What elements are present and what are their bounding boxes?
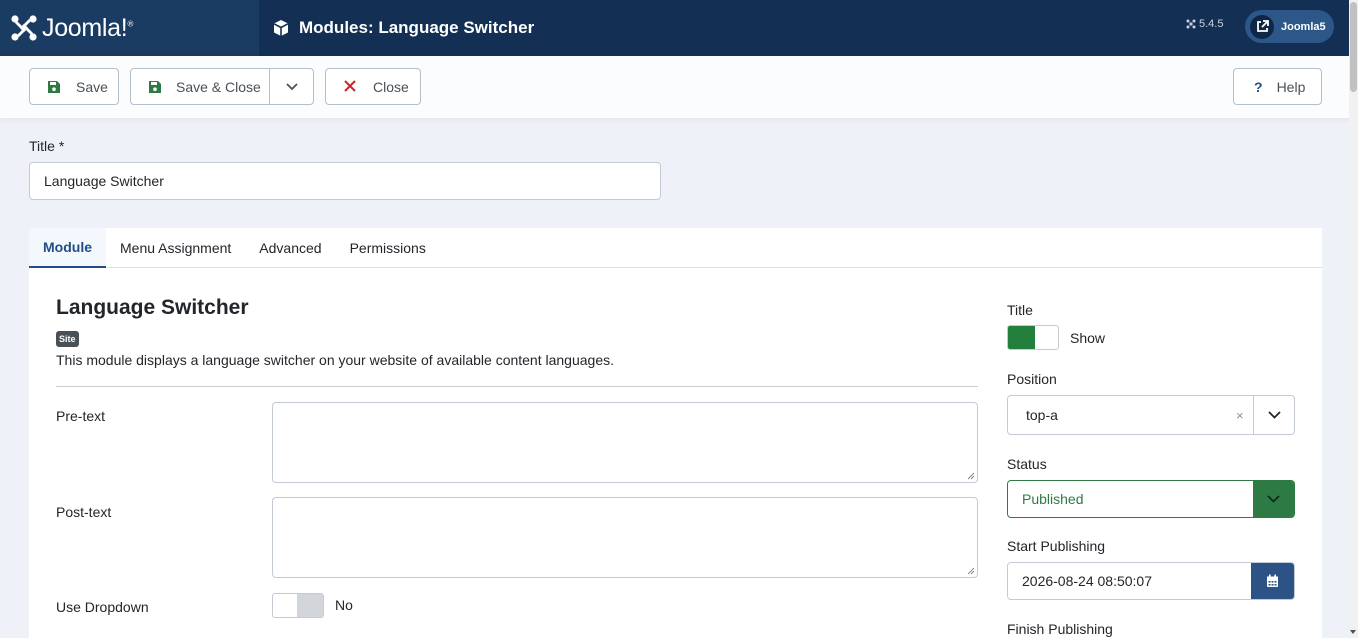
close-button[interactable]: Close (325, 68, 421, 105)
start-publishing-value: 2026-08-24 08:50:07 (1022, 573, 1152, 589)
position-label: Position (1007, 371, 1057, 387)
save-options-dropdown[interactable] (270, 69, 313, 104)
start-publishing-label: Start Publishing (1007, 538, 1106, 554)
tab-bar: Module Menu Assignment Advanced Permissi… (29, 228, 1322, 268)
show-title-value: Show (1070, 330, 1106, 346)
posttext-textarea[interactable] (272, 497, 978, 578)
position-value: top-a (1026, 407, 1058, 423)
finish-publishing-label: Finish Publishing (1007, 621, 1113, 637)
clear-position-icon[interactable]: × (1236, 408, 1244, 423)
status-label: Status (1007, 456, 1047, 472)
divider (56, 386, 978, 387)
use-dropdown-value: No (335, 597, 353, 613)
title-label: Title * (29, 138, 65, 154)
toggle-knob (1008, 326, 1035, 349)
status-select[interactable]: Published (1007, 480, 1295, 518)
chevron-down-icon[interactable] (1253, 396, 1294, 434)
logo-wordmark: Joomla!® (42, 13, 134, 42)
view-site-button[interactable]: Joomla5 (1245, 10, 1334, 43)
use-dropdown-label: Use Dropdown (56, 599, 149, 615)
resize-grip-icon[interactable] (967, 472, 975, 480)
start-publishing-input[interactable]: 2026-08-24 08:50:07 (1007, 562, 1295, 600)
floppy-disk-icon (148, 80, 162, 94)
site-badge: Site (56, 331, 79, 347)
save-close-button[interactable]: Save & Close (131, 69, 270, 104)
cube-icon (273, 20, 289, 36)
scrollbar-thumb[interactable] (1350, 2, 1357, 92)
top-header: Joomla!® Modules: Language Switcher 5.4.… (0, 0, 1358, 56)
external-link-icon (1250, 14, 1274, 39)
joomla-small-icon (1186, 19, 1196, 29)
close-icon (344, 79, 358, 94)
chevron-down-icon (285, 82, 298, 90)
use-dropdown-toggle[interactable] (272, 593, 324, 618)
question-icon: ? (1254, 78, 1263, 95)
tab-menu-assignment[interactable]: Menu Assignment (106, 228, 245, 268)
tab-advanced[interactable]: Advanced (245, 228, 335, 268)
tab-permissions[interactable]: Permissions (336, 228, 440, 268)
status-value: Published (1022, 491, 1084, 507)
resize-grip-icon[interactable] (967, 567, 975, 575)
module-heading: Language Switcher (56, 296, 249, 319)
pretext-textarea[interactable] (272, 402, 978, 483)
page-scrollbar[interactable] (1349, 0, 1358, 638)
position-select[interactable]: top-a × (1007, 395, 1295, 435)
module-description: This module displays a language switcher… (56, 352, 615, 368)
help-button[interactable]: ? Help (1233, 68, 1322, 105)
tab-module[interactable]: Module (29, 228, 106, 268)
posttext-label: Post-text (56, 504, 112, 520)
pretext-label: Pre-text (56, 408, 106, 424)
calendar-icon[interactable] (1251, 563, 1294, 599)
floppy-disk-icon (47, 80, 61, 94)
save-button[interactable]: Save (29, 68, 119, 105)
toggle-knob (297, 594, 323, 617)
joomla-logo[interactable]: Joomla!® (0, 0, 259, 56)
chevron-down-icon[interactable] (1253, 481, 1294, 517)
version-info: 5.4.5 (1186, 18, 1223, 30)
show-title-toggle[interactable] (1007, 325, 1059, 350)
save-close-button-group: Save & Close (130, 68, 314, 105)
show-title-label: Title (1007, 302, 1033, 318)
scroll-down-arrow-icon[interactable] (1350, 630, 1356, 634)
joomla-logo-icon (11, 15, 37, 41)
title-input[interactable] (29, 162, 661, 200)
toolbar: Save Save & Close Close ? Help (0, 56, 1358, 118)
page-title: Modules: Language Switcher (272, 0, 534, 56)
